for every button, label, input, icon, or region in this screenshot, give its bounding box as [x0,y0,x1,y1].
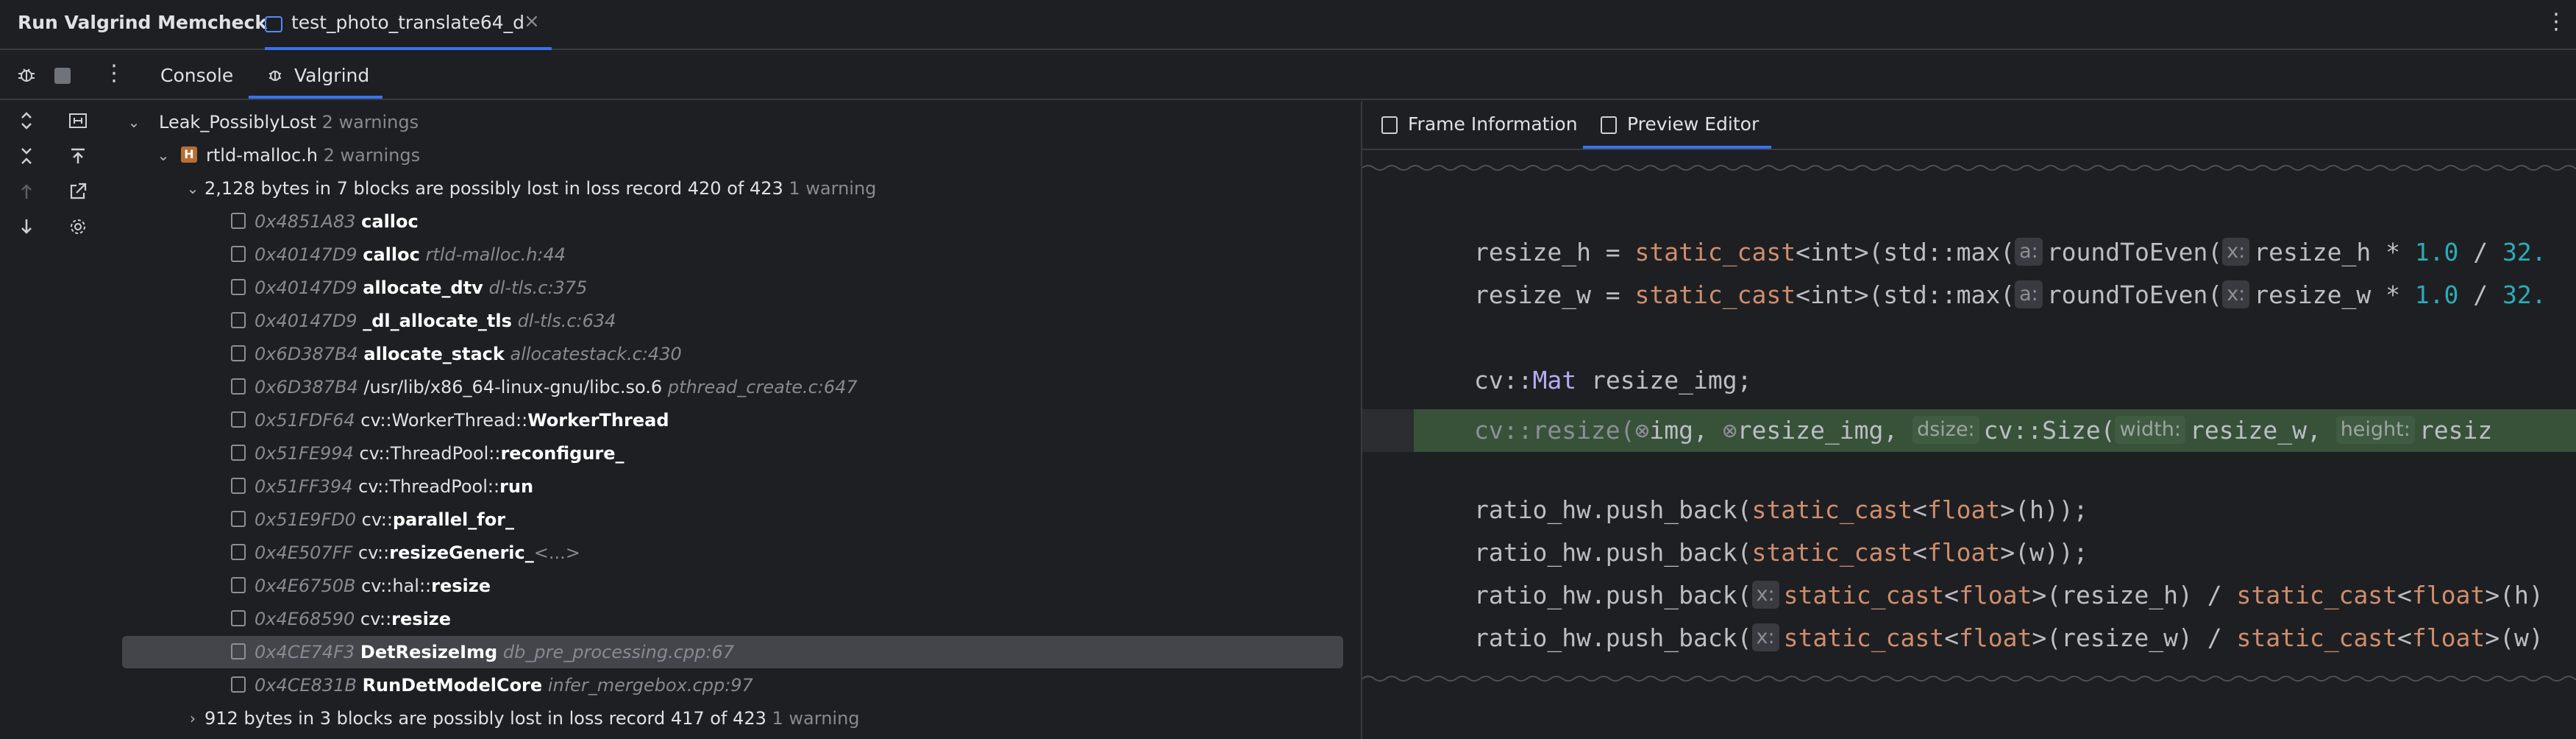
frame-icon [231,411,246,428]
frame-icon [231,445,246,461]
group-icon[interactable] [63,110,93,140]
details-pane: Frame Information Preview Editor resize_… [1362,102,2576,739]
code-line: ratio_hw.push_back(x: static_cast<float>(… [1474,580,2544,609]
settings-icon[interactable] [63,216,93,246]
record-label: 912 bytes in 3 blocks are possibly lost … [204,708,766,729]
next-icon[interactable] [12,216,41,246]
frame-row[interactable]: 0x51FF394 cv::ThreadPool::run [231,470,533,503]
code-preview[interactable]: resize_h = static_cast<int>(std::max(a: r… [1362,150,2576,739]
tool-window-toolbar: ⋮ Console Valgrind [0,52,2576,100]
frame-row[interactable]: 0x51FDF64 cv::WorkerThread::WorkerThread [231,404,669,437]
frame-icon [231,246,246,262]
more-options-icon[interactable]: ⋮ [2545,9,2567,35]
run-header: Run Valgrind Memcheck test_photo_transla… [0,0,2576,50]
warning-count: 2 warnings [321,112,419,132]
close-icon[interactable]: × [524,10,540,32]
frame-icon [231,378,246,395]
tree-actions [0,102,118,739]
code-line: ratio_hw.push_back(x: static_cast<float>(… [1474,623,2544,652]
preview-tab-indicator [1583,146,1771,149]
frame-row[interactable]: 0x4851A83 calloc [231,205,419,238]
frame-row[interactable]: 0x40147D9 calloc rtld-malloc.h:44 [231,238,566,272]
chevron-down-icon[interactable]: ⌄ [154,139,172,172]
warning-count: 1 warning [772,708,860,729]
tab-frame-information[interactable]: Frame Information [1408,113,1578,135]
frame-row-selected[interactable]: 0x4CE74F3 DetResizeImg db_pre_processing… [231,636,734,669]
gutter-current-line [1362,409,1414,452]
warning-count: 2 warnings [323,145,421,166]
valgrind-tree: ⌄ Leak_PossiblyLost 2 warnings ⌄ Hrtld-m… [118,102,1361,739]
code-line: cv::Mat resize_img; [1474,366,1752,395]
frame-icon [231,643,246,660]
frame-row[interactable]: 0x51E9FD0 cv::parallel_for_ [231,503,514,537]
valgrind-icon [266,66,284,88]
frame-info-icon [1381,116,1398,134]
frame-icon [231,577,246,593]
frame-icon [231,544,246,560]
frame-row[interactable]: 0x40147D9 _dl_allocate_tls dl-tls.c:634 [231,305,616,338]
header-file-icon: H [181,146,197,163]
frame-icon [231,610,246,626]
tab-valgrind[interactable]: Valgrind [294,65,369,86]
frame-row[interactable]: 0x6D387B4 /usr/lib/x86_64-linux-gnu/libc… [231,371,858,404]
code-line: resize_w = static_cast<int>(std::max(a: r… [1474,280,2547,309]
code-line: resize_h = static_cast<int>(std::max(a: r… [1474,237,2547,266]
frame-icon [231,312,246,328]
frame-icon [231,676,246,693]
tab-test-photo-translate[interactable]: test_photo_translate64_d × [265,0,552,50]
file-label: rtld-malloc.h [206,145,318,166]
chevron-down-icon[interactable]: ⌄ [184,172,202,205]
frame-icon [231,511,246,527]
frame-row[interactable]: 0x40147D9 allocate_dtv dl-tls.c:375 [231,272,587,305]
expand-all-icon[interactable] [12,110,41,140]
chevron-down-icon[interactable]: ⌄ [125,106,143,139]
frame-icon [231,213,246,229]
tab-console[interactable]: Console [160,65,233,86]
valgrind-tab-indicator [249,96,383,99]
export-icon[interactable] [63,146,93,175]
frame-row[interactable]: 0x4CE831B RunDetModelCore infer_mergebox… [231,669,753,702]
frame-row[interactable]: 0x4E68590 cv::resize [231,603,451,636]
warning-count: 1 warning [789,178,877,199]
tab-label: test_photo_translate64_d [291,12,525,33]
chevron-right-icon[interactable]: › [184,702,202,735]
frame-row[interactable]: 0x6D387B4 allocate_stack allocatestack.c… [231,338,682,371]
collapse-all-icon[interactable] [12,146,41,175]
frame-row[interactable]: 0x4E6750B cv::hal::resize [231,570,491,603]
frame-icon [231,279,246,295]
run-title: Run Valgrind Memcheck [18,12,268,33]
leak-label: Leak_PossiblyLost [159,112,316,132]
code-line: ratio_hw.push_back(static_cast<float>(w)… [1474,538,2088,567]
stop-icon[interactable] [54,68,71,84]
previous-icon[interactable] [12,181,41,211]
run-config-icon [265,16,282,32]
debug-icon[interactable] [16,65,37,85]
frame-row[interactable]: 0x51FE994 cv::ThreadPool::reconfigure_ [231,437,625,470]
frame-icon [231,478,246,494]
code-line: ratio_hw.push_back(static_cast<float>(h)… [1474,495,2088,524]
details-tabs: Frame Information Preview Editor [1362,102,2576,150]
jump-to-source-icon[interactable] [63,181,93,211]
code-line-highlighted: cv::resize(⊗img, ⊗resize_img, dsize: cv::… [1474,415,2493,445]
frame-row[interactable]: 0x4E507FF cv::resizeGeneric_<...> [231,537,580,570]
more-icon[interactable]: ⋮ [103,60,125,86]
record-label: 2,128 bytes in 7 blocks are possibly los… [204,178,783,199]
tab-preview-editor[interactable]: Preview Editor [1627,113,1759,135]
frame-icon [231,345,246,361]
preview-editor-icon [1601,116,1617,134]
